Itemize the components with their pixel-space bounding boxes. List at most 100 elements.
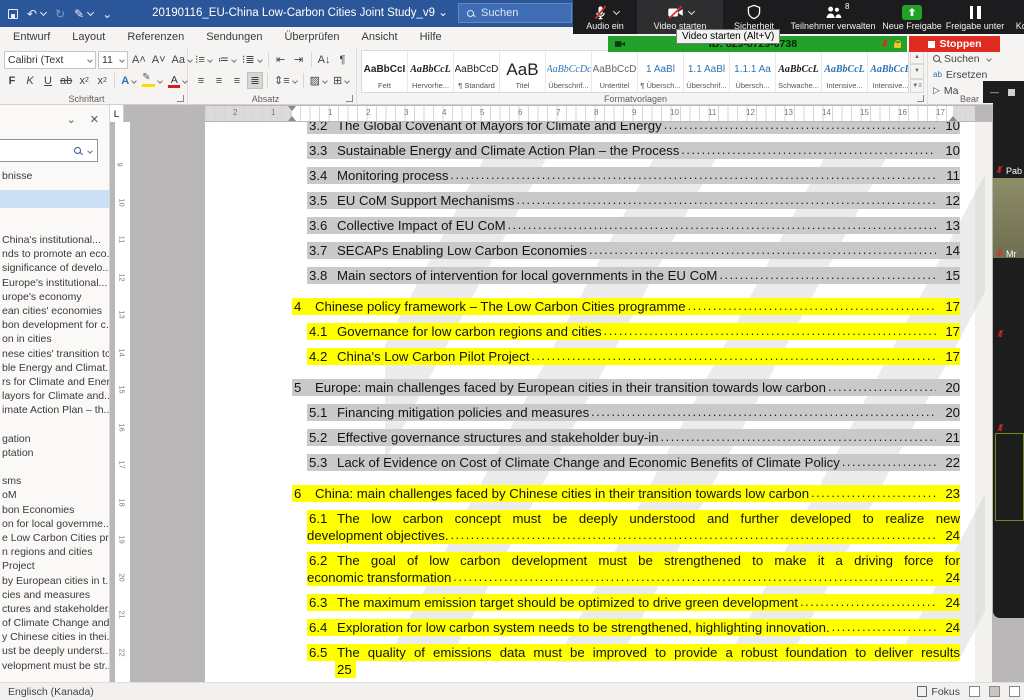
italic-button[interactable]: K (22, 72, 38, 89)
document-page[interactable]: 3.2The Global Covenant of Mayors for Cli… (205, 122, 975, 682)
zoom-button-teilnehmer-verwalten[interactable]: 8 Teilnehmer verwalten (785, 0, 881, 34)
nav-result-item[interactable]: layors for Climate and... (2, 389, 109, 403)
nav-result-item[interactable]: rs for Climate and Ener... (2, 375, 109, 389)
nav-result-item[interactable]: n regions and cities (2, 545, 109, 559)
nav-result-item[interactable]: Project (2, 559, 109, 573)
shading-button[interactable]: ▨ (308, 72, 329, 89)
right-indent-marker[interactable] (949, 116, 957, 121)
nav-result-item[interactable]: velopment must be str... (2, 659, 109, 673)
ribbon-tab-entwurf[interactable]: Entwurf (2, 27, 61, 48)
nav-result-item[interactable]: sms (2, 474, 109, 488)
strikethrough-button[interactable]: ab (58, 72, 74, 89)
show-paragraph-marks-button[interactable]: ¶ (334, 51, 350, 68)
ribbon-tab--berpr-fen[interactable]: Überprüfen (273, 27, 350, 48)
read-mode-icon[interactable] (969, 686, 980, 697)
nav-result-item[interactable]: of Climate Change and... (2, 616, 109, 630)
highlight-color-button[interactable] (140, 72, 164, 89)
stop-share-button[interactable]: Stoppen (909, 36, 1000, 52)
language-status[interactable]: Englisch (Kanada) (8, 686, 94, 698)
nav-result-item[interactable]: oM (2, 488, 109, 502)
nav-result-item[interactable]: bon Economies (2, 503, 109, 517)
text-effects-button[interactable]: A (119, 72, 138, 89)
chevron-down-icon[interactable]: ⌄ (67, 113, 76, 126)
style-card--bersch-[interactable]: 1 AaBl¶ Übersch... (638, 51, 684, 92)
gallery-down-icon[interactable]: ▼ (910, 64, 924, 78)
nav-result-item[interactable]: urope's economy (2, 290, 109, 304)
style-card-hervorhe-[interactable]: AaBbCcLHervorhe... (408, 51, 454, 92)
style-card--bersch-[interactable]: 1.1.1 AaÜbersch... (730, 51, 776, 92)
style-card-intensive-[interactable]: AaBbCcLIntensive... (868, 51, 909, 92)
gallery-more-icon[interactable]: ▼≡ (910, 79, 924, 93)
bold-button[interactable]: F (4, 72, 20, 89)
style-card-schwache-[interactable]: AaBbCcLSchwache... (776, 51, 822, 92)
gallery-up-icon[interactable]: ▲ (910, 50, 924, 64)
nav-result-item[interactable]: gation (2, 432, 109, 446)
increase-indent-button[interactable]: ⇥ (291, 51, 307, 68)
align-left-button[interactable]: ≡ (193, 72, 209, 89)
active-speaker-tile[interactable] (995, 433, 1024, 521)
paragraph-dialog-launcher-icon[interactable] (346, 95, 353, 102)
bullets-button[interactable]: ⁝≡ (193, 51, 214, 68)
nav-result-item[interactable]: cies and measures (2, 588, 109, 602)
zoom-video-strip[interactable]: Pab Mr (993, 103, 1024, 618)
style-card-titel[interactable]: AaBTitel (500, 51, 546, 92)
print-layout-icon[interactable] (989, 686, 1000, 697)
font-color-button[interactable]: A (166, 72, 189, 89)
multilevel-list-button[interactable]: ⁝≣ (240, 51, 264, 68)
font-name-combo[interactable]: Calibri (Text (4, 51, 96, 69)
nav-result-item[interactable]: significance of develo... (2, 261, 109, 275)
chevron-down-icon[interactable] (87, 148, 93, 154)
font-size-combo[interactable]: 11 (98, 51, 128, 69)
nav-result-item[interactable]: ctures and stakeholder... (2, 602, 109, 616)
nav-result-item[interactable]: on in cities (2, 332, 109, 346)
save-icon[interactable] (8, 9, 18, 19)
line-spacing-button[interactable]: ⇕≡ (272, 72, 299, 89)
ink-icon[interactable]: ✎ (74, 7, 93, 21)
zoom-button-freigabe-unter[interactable]: Freigabe unter (943, 0, 1007, 34)
style-card-fett[interactable]: AaBbCcIFett (362, 51, 408, 92)
nav-result-item[interactable]: ptation (2, 446, 109, 460)
justify-button[interactable]: ≣ (247, 72, 263, 89)
style-card--standard[interactable]: AaBbCcDc¶ Standard (454, 51, 500, 92)
nav-result-item[interactable]: by European cities in t... (2, 574, 109, 588)
nav-result-item[interactable]: nese cities' transition to... (2, 347, 109, 361)
hanging-indent-marker[interactable] (288, 116, 296, 121)
superscript-button[interactable]: x2 (94, 72, 110, 89)
zoom-button-kommenti[interactable]: Kommenti (1007, 0, 1024, 34)
chevron-down-icon[interactable] (612, 7, 619, 14)
sort-button[interactable]: A↓ (316, 51, 333, 68)
first-line-indent-marker[interactable] (288, 106, 296, 111)
styles-dialog-launcher-icon[interactable] (917, 95, 924, 102)
customize-qat-icon[interactable]: ⌄ (102, 7, 112, 21)
borders-button[interactable]: ⊞ (331, 72, 351, 89)
nav-selected-item[interactable] (0, 190, 110, 208)
participant-video-tile[interactable] (993, 178, 1024, 258)
underline-button[interactable]: U (40, 72, 56, 89)
tab-selector[interactable]: L (110, 105, 124, 122)
nav-result-item[interactable]: ust be deeply underst... (2, 644, 109, 658)
decrease-indent-button[interactable]: ⇤ (273, 51, 289, 68)
style-card-untertitel[interactable]: AaBbCcDUntertitel (592, 51, 638, 92)
subscript-button[interactable]: x2 (76, 72, 92, 89)
nav-result-item[interactable]: bon development for c... (2, 318, 109, 332)
nav-result-item[interactable]: e Low Carbon Cities pr... (2, 531, 109, 545)
nav-result-item[interactable]: China's institutional... (2, 233, 109, 247)
nav-result-item[interactable]: on for local governme... (2, 517, 109, 531)
nav-result-item[interactable]: nds to promote an eco... (2, 247, 109, 261)
chevron-down-icon[interactable] (687, 7, 694, 14)
zoom-button-audio-ein[interactable]: Audio ein (573, 0, 637, 34)
numbering-button[interactable]: ≔ (216, 51, 238, 68)
grow-font-button[interactable]: A˄ (130, 52, 148, 69)
shrink-font-button[interactable]: A˅ (150, 52, 168, 69)
nav-result-item[interactable]: y Chinese cities in thei... (2, 630, 109, 644)
nav-result-item[interactable]: imate Action Plan – th... (2, 403, 109, 417)
style-card--berschrif-[interactable]: 1.1 AaBlÜberschrif... (684, 51, 730, 92)
focus-mode-button[interactable]: Fokus (917, 686, 960, 698)
nav-result-item[interactable]: Europe's institutional... (2, 276, 109, 290)
web-layout-icon[interactable] (1009, 686, 1020, 697)
ribbon-tab-referenzen[interactable]: Referenzen (116, 27, 195, 48)
style-card--berschrif-[interactable]: AaBbCcDcÜberschrif... (546, 51, 592, 92)
zoom-button-neue-freigabe[interactable]: Neue Freigabe (881, 0, 943, 34)
close-icon[interactable]: ✕ (90, 113, 99, 126)
maximize-icon[interactable] (1008, 89, 1015, 96)
